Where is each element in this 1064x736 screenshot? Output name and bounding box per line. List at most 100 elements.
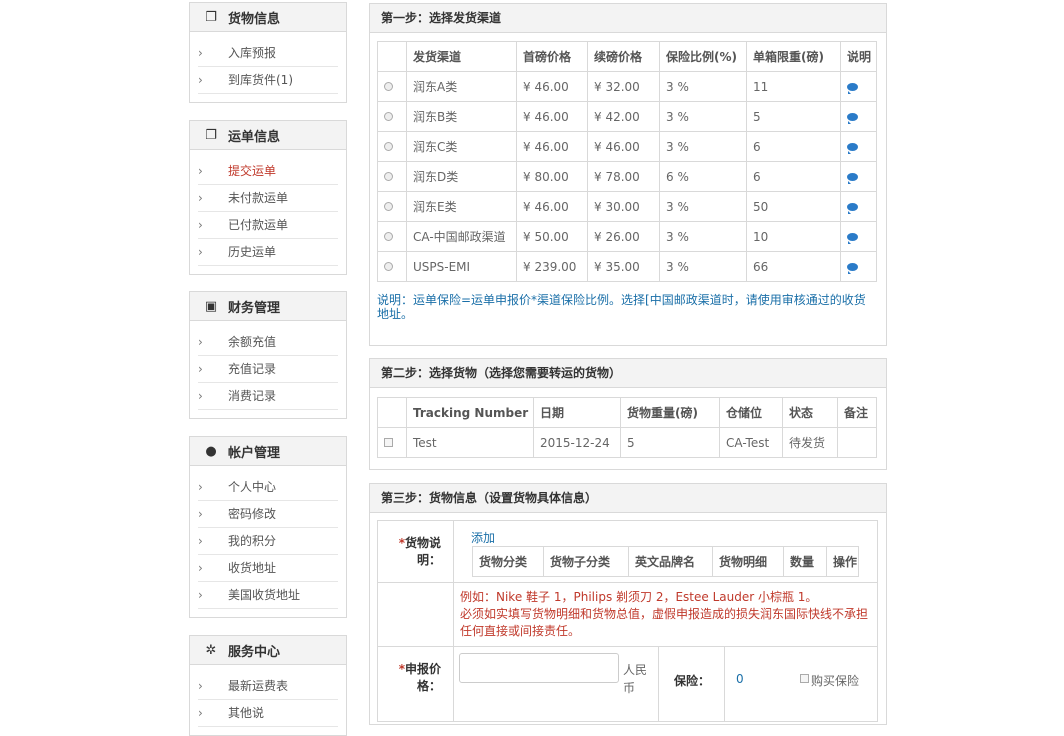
sidebar-item[interactable]: › 其他说 — [198, 700, 338, 727]
step2-box: 第二步：选择货物（选择您需要转运的货物） Tracking Number 日期 … — [369, 358, 887, 470]
sidebar-item[interactable]: › 最新运费表 — [198, 673, 338, 700]
sidebar-item[interactable]: › 余额充值 — [198, 329, 338, 356]
comment-icon[interactable] — [847, 112, 858, 124]
note-cell[interactable] — [840, 131, 877, 162]
table-row[interactable]: 润东C类 ¥ 46.00 ¥ 46.00 3 % 6 — [377, 131, 877, 162]
sidebar-item[interactable]: › 充值记录 — [198, 356, 338, 383]
cell-weight-limit: 10 — [746, 221, 841, 252]
sidebar-item-label: 其他说 — [228, 706, 265, 720]
goods-checkbox-cell[interactable] — [377, 427, 407, 458]
sidebar-item[interactable]: › 消费记录 — [198, 383, 338, 410]
table-row[interactable]: USPS-EMI ¥ 239.00 ¥ 35.00 3 % 66 — [377, 251, 877, 282]
channel-radio[interactable] — [384, 261, 393, 271]
comment-icon[interactable] — [847, 202, 858, 214]
sidebar-item[interactable]: › 提交运单 — [198, 158, 338, 185]
sidebar-item[interactable]: › 个人中心 — [198, 474, 338, 501]
cell-insurance-rate: 3 % — [659, 251, 747, 282]
sidebar-item-label: 消费记录 — [228, 389, 277, 403]
declared-label: *申报价格： — [398, 662, 441, 693]
example-spacer — [378, 583, 454, 647]
table-row[interactable]: 润东B类 ¥ 46.00 ¥ 42.00 3 % 5 — [377, 101, 877, 132]
table-row[interactable]: 润东D类 ¥ 80.00 ¥ 78.00 6 % 6 — [377, 161, 877, 192]
channel-table: 发货渠道 首磅价格 续磅价格 保险比例(%) 单箱限重(磅) 说明 润东A类 ¥ … — [377, 41, 877, 282]
declared-price-input[interactable] — [459, 653, 619, 683]
channel-radio[interactable] — [384, 231, 393, 241]
sidebar-panel: ❐ 运单信息 › 提交运单 › 未付款运单 › 已付款运单 › 历史运单 — [189, 120, 347, 275]
cell-next-price: ¥ 35.00 — [587, 251, 660, 282]
table-row[interactable]: 润东A类 ¥ 46.00 ¥ 32.00 3 % 11 — [377, 71, 877, 102]
sidebar-item[interactable]: › 收货地址 — [198, 555, 338, 582]
sidebar-item[interactable]: › 未付款运单 — [198, 185, 338, 212]
cell-channel: CA-中国邮政渠道 — [406, 221, 517, 252]
channel-radio[interactable] — [384, 171, 393, 181]
channel-radio[interactable] — [384, 201, 393, 211]
sidebar-item-label: 历史运单 — [228, 245, 277, 259]
note-cell[interactable] — [840, 161, 877, 192]
note-cell[interactable] — [840, 191, 877, 222]
desc-label: *货物说明： — [398, 536, 441, 567]
cell-insurance-rate: 6 % — [659, 161, 747, 192]
sidebar-panel: ● 帐户管理 › 个人中心 › 密码修改 › 我的积分 › 收货地址 › 美国收货地址 — [189, 436, 347, 618]
header-first-price: 首磅价格 — [516, 41, 588, 72]
goods-checkbox[interactable] — [384, 437, 393, 447]
copy-icon: ❐ — [205, 127, 217, 143]
cell-first-price: ¥ 46.00 — [516, 101, 588, 132]
radio-cell[interactable] — [377, 251, 407, 282]
comment-icon[interactable] — [847, 172, 858, 184]
comment-icon[interactable] — [847, 82, 858, 94]
table-row[interactable]: 润东E类 ¥ 46.00 ¥ 30.00 3 % 50 — [377, 191, 877, 222]
sidebar-item[interactable]: › 到库货件(1) — [198, 67, 338, 94]
goods-info-form: *货物说明： 添加 货物分类 货物子分类 英文品牌名 货物明细 数量 操作 例如… — [377, 520, 878, 722]
cell-weight-limit: 5 — [746, 101, 841, 132]
chevron-right-icon: › — [198, 507, 203, 521]
radio-cell[interactable] — [377, 131, 407, 162]
buy-insurance-label[interactable]: 购买保险 — [811, 672, 859, 689]
sidebar-item[interactable]: › 我的积分 — [198, 528, 338, 555]
sidebar-menu: › 最新运费表 › 其他说 — [198, 673, 338, 727]
note-cell[interactable] — [840, 71, 877, 102]
radio-cell[interactable] — [377, 71, 407, 102]
comment-icon[interactable] — [847, 142, 858, 154]
sidebar-menu: › 个人中心 › 密码修改 › 我的积分 › 收货地址 › 美国收货地址 — [198, 474, 338, 609]
sidebar-item[interactable]: › 历史运单 — [198, 239, 338, 266]
step2-title: 第二步：选择货物（选择您需要转运的货物） — [370, 359, 886, 388]
cell-weight-limit: 11 — [746, 71, 841, 102]
header-weight: 货物重量(磅) — [620, 397, 720, 428]
sidebar-panel-label: 运单信息 — [228, 129, 281, 145]
header-subcategory: 货物子分类 — [543, 546, 629, 577]
note-cell[interactable] — [840, 251, 877, 282]
chevron-right-icon: › — [198, 588, 203, 602]
cell-weight-limit: 50 — [746, 191, 841, 222]
comment-icon[interactable] — [847, 262, 858, 274]
radio-cell[interactable] — [377, 191, 407, 222]
table-row[interactable]: CA-中国邮政渠道 ¥ 50.00 ¥ 26.00 3 % 10 — [377, 221, 877, 252]
channel-radio[interactable] — [384, 141, 393, 151]
goods-table: Tracking Number 日期 货物重量(磅) 仓储位 状态 备注 Tes… — [377, 397, 877, 458]
goods-table-header: Tracking Number 日期 货物重量(磅) 仓储位 状态 备注 — [377, 397, 877, 428]
radio-cell[interactable] — [377, 161, 407, 192]
radio-cell[interactable] — [377, 221, 407, 252]
sidebar-item[interactable]: › 已付款运单 — [198, 212, 338, 239]
desc-field-cell: 添加 货物分类 货物子分类 英文品牌名 货物明细 数量 操作 — [454, 521, 877, 583]
note-cell[interactable] — [840, 221, 877, 252]
chevron-right-icon: › — [198, 679, 203, 693]
header-category: 货物分类 — [472, 546, 544, 577]
cell-channel: 润东B类 — [406, 101, 517, 132]
sidebar-item[interactable]: › 入库预报 — [198, 40, 338, 67]
radio-cell[interactable] — [377, 101, 407, 132]
comment-icon[interactable] — [847, 232, 858, 244]
sidebar-item[interactable]: › 美国收货地址 — [198, 582, 338, 609]
add-goods-link[interactable]: 添加 — [471, 529, 495, 546]
sidebar-menu: › 余额充值 › 充值记录 › 消费记录 — [198, 329, 338, 410]
sidebar-item-label: 收货地址 — [228, 561, 277, 575]
table-row[interactable]: Test 2015-12-24 5 CA-Test 待发货 — [377, 427, 877, 458]
channel-radio[interactable] — [384, 111, 393, 121]
channel-radio[interactable] — [384, 81, 393, 91]
declared-label-cell: *申报价格： — [378, 647, 454, 721]
sidebar-item[interactable]: › 密码修改 — [198, 501, 338, 528]
note-cell[interactable] — [840, 101, 877, 132]
header-qty: 数量 — [783, 546, 827, 577]
sidebar-panel-label: 货物信息 — [228, 11, 281, 27]
buy-insurance-checkbox[interactable] — [800, 674, 809, 683]
currency-label: 人民币 — [623, 663, 648, 695]
